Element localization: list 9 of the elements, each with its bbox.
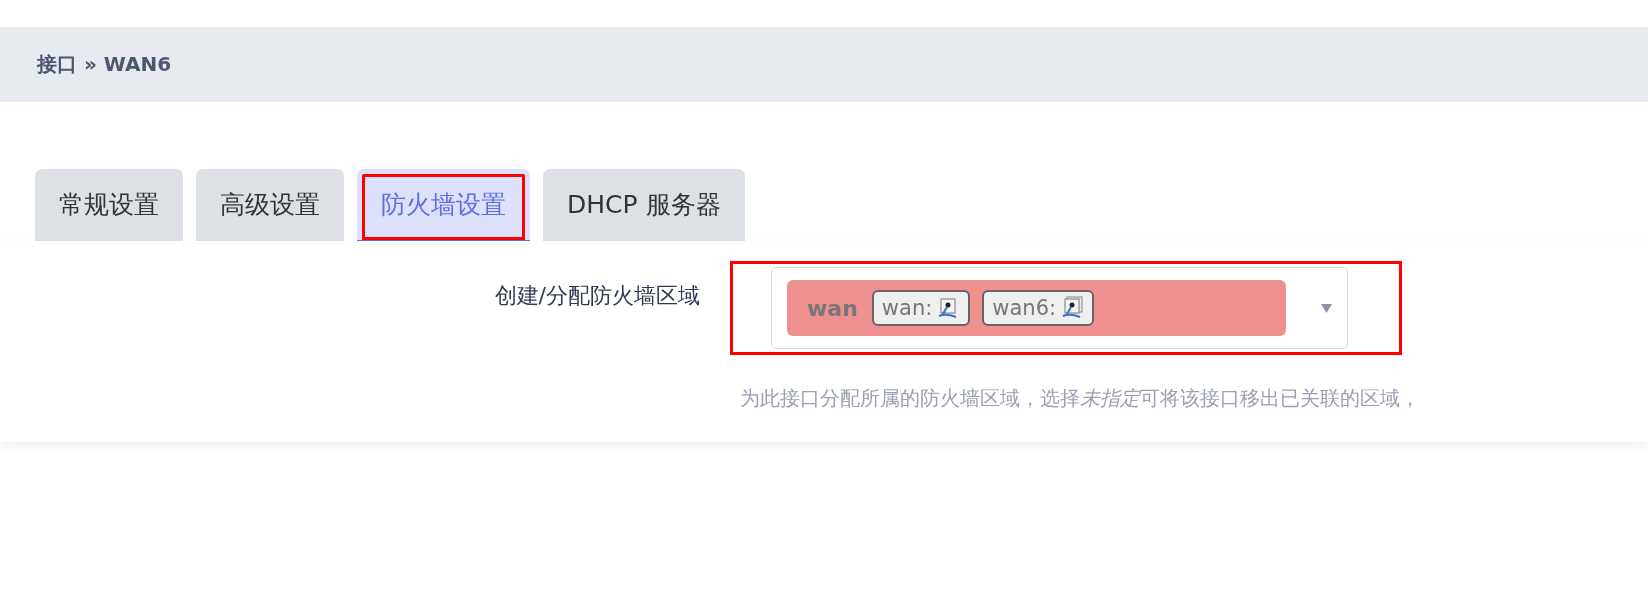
- zone-name: wan: [807, 295, 858, 321]
- field-label: 创建/分配防火墙区域: [493, 282, 700, 310]
- network-tag: wan6:: [982, 290, 1095, 326]
- hint-text: 为此接口分配所属的防火墙区域，选择未指定可将该接口移出已关联的区域，: [740, 385, 1420, 412]
- breadcrumb: 接口 » WAN6: [37, 51, 172, 78]
- network-tag: wan:: [871, 290, 971, 326]
- zone-dropdown[interactable]: wan wan: wan6:: [771, 267, 1348, 349]
- caret-icon: [1321, 303, 1332, 313]
- network-port-icon: [1060, 296, 1085, 320]
